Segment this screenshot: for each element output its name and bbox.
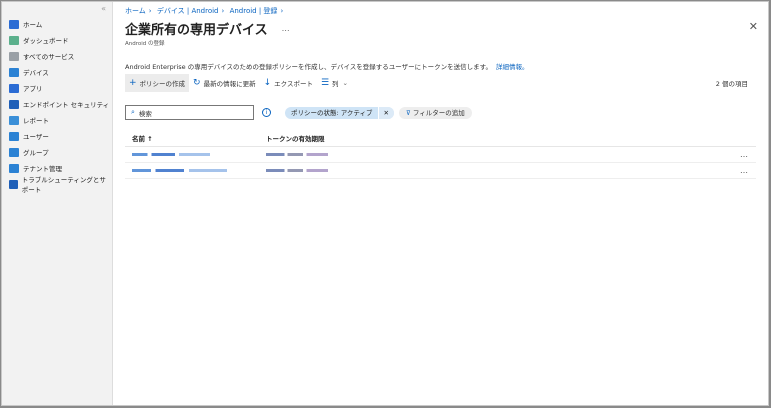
filter-icon: ⊽ — [406, 108, 413, 117]
breadcrumb-separator: › — [148, 7, 152, 15]
breadcrumb-devices-android[interactable]: デバイス | Android — [157, 7, 219, 15]
sidebar-icon — [9, 115, 19, 125]
sidebar-icon — [9, 83, 19, 93]
column-token-expiry[interactable]: トークンの有効期限 — [266, 133, 325, 146]
search-icon: ⌕ — [131, 108, 135, 116]
sidebar-item[interactable]: ホーム — [2, 16, 112, 32]
refresh-label: 最新の情報に更新 — [203, 80, 256, 88]
toolbar: + ポリシーの作成 ↻ 最新の情報に更新 ↓ エクスポート ☰ 列 ⌄ 2 個の項目 — [125, 74, 756, 92]
description: Android Enterprise の専用デバイスのための登録ポリシーを作成し… — [125, 61, 756, 71]
window: « ホームダッシュボード すべてのサービス デバイスアプリエンドポイント セキュリテ… — [1, 1, 769, 406]
sidebar-icon — [9, 67, 19, 77]
sidebar-item[interactable]: レポート — [2, 112, 112, 128]
sidebar-item-label: トラブルシューティングとサポート — [21, 176, 106, 194]
info-icon[interactable]: i — [262, 108, 271, 117]
breadcrumb-android-enrollment[interactable]: Android | 登録 — [230, 7, 278, 15]
add-filter-label: フィルターの追加 — [412, 108, 465, 117]
close-button[interactable]: ✕ — [749, 20, 758, 33]
sidebar-icon — [9, 179, 18, 189]
sidebar-icon — [9, 131, 19, 141]
refresh-button[interactable]: ↻ 最新の情報に更新 — [189, 74, 260, 92]
row-name-redacted — [125, 169, 266, 172]
row-expiry-redacted — [266, 153, 328, 156]
learn-more-link[interactable]: 詳細情報。 — [496, 63, 529, 71]
filter-bar: ⌕ 検索 i ポリシーの状態: アクティブ ✕ ⊽ フィルターの追加 — [125, 105, 756, 120]
search-placeholder: 検索 — [138, 109, 152, 118]
sidebar-item[interactable]: すべてのサービス — [2, 48, 112, 64]
sidebar-item[interactable]: アプリ — [2, 80, 112, 96]
column-name[interactable]: 名前 ↑ — [125, 133, 266, 146]
sidebar-icon — [9, 147, 19, 157]
sidebar-item-label: エンドポイント セキュリティ — [23, 101, 110, 109]
breadcrumb: ホーム › デバイス | Android › Android | 登録 › — [125, 6, 756, 16]
sidebar-item-label: ダッシュボード — [23, 37, 69, 45]
sidebar-item[interactable]: ユーザー — [2, 128, 112, 144]
add-filter-button[interactable]: ⊽ フィルターの追加 — [399, 106, 472, 119]
chevron-down-icon: ⌄ — [342, 79, 348, 87]
breadcrumb-separator: › — [221, 7, 225, 15]
table-header: 名前 ↑ トークンの有効期限 — [125, 133, 756, 147]
page-subtitle: Android の登録 — [125, 41, 165, 47]
row-name-redacted — [125, 153, 266, 156]
item-count: 2 個の項目 — [715, 80, 748, 88]
more-options-button[interactable]: … — [282, 24, 290, 33]
create-policy-label: ポリシーの作成 — [139, 80, 186, 88]
download-icon: ↓ — [263, 78, 272, 88]
remove-filter-button[interactable]: ✕ — [377, 106, 394, 119]
sidebar-item-label: ホーム — [23, 21, 43, 29]
sidebar-item-label: テナント管理 — [23, 165, 62, 173]
sidebar-item[interactable]: ダッシュボード — [2, 32, 112, 48]
breadcrumb-home[interactable]: ホーム — [125, 7, 146, 15]
page-title: 企業所有の専用デバイス — [125, 23, 268, 38]
row-more-button[interactable]: … — [740, 166, 748, 175]
sidebar-icon — [9, 35, 19, 45]
columns-button[interactable]: ☰ 列 ⌄ — [317, 74, 352, 92]
sidebar-item[interactable]: トラブルシューティングとサポート — [2, 176, 112, 194]
sidebar-item[interactable]: エンドポイント セキュリティ — [2, 96, 112, 112]
sidebar-icon — [9, 51, 19, 61]
row-more-button[interactable]: … — [740, 150, 748, 159]
sidebar-item-label: デバイス — [23, 69, 49, 77]
description-text: Android Enterprise の専用デバイスのための登録ポリシーを作成し… — [125, 63, 493, 71]
sidebar: « ホームダッシュボード すべてのサービス デバイスアプリエンドポイント セキュリテ… — [2, 2, 113, 405]
search-input[interactable]: ⌕ 検索 — [125, 105, 254, 120]
columns-icon: ☰ — [320, 78, 330, 88]
filter-pill-label: ポリシーの状態: アクティブ — [291, 108, 373, 117]
table-row[interactable]: … — [125, 163, 756, 179]
create-policy-button[interactable]: + ポリシーの作成 — [125, 74, 190, 92]
plus-icon: + — [129, 78, 137, 88]
sidebar-item-label: レポート — [23, 117, 49, 125]
sidebar-item[interactable]: グループ — [2, 144, 112, 160]
refresh-icon: ↻ — [193, 78, 201, 88]
sidebar-item-label: ユーザー — [23, 133, 49, 141]
collapse-sidebar-button[interactable]: « — [101, 4, 106, 13]
sidebar-item-label: グループ — [23, 149, 49, 157]
columns-label: 列 — [332, 80, 339, 88]
sidebar-item[interactable]: デバイス — [2, 64, 112, 80]
export-button[interactable]: ↓ エクスポート — [260, 74, 317, 92]
row-expiry-redacted — [266, 169, 328, 172]
policy-status-filter[interactable]: ポリシーの状態: アクティブ ✕ — [285, 106, 394, 119]
breadcrumb-separator: › — [280, 7, 284, 15]
main-content: ホーム › デバイス | Android › Android | 登録 › 企業所有の… — [113, 2, 768, 405]
sidebar-item-label: すべてのサービス — [23, 53, 75, 61]
table-row[interactable]: … — [125, 147, 756, 163]
sidebar-item-label: アプリ — [23, 85, 43, 93]
export-label: エクスポート — [274, 80, 313, 88]
sidebar-icon — [9, 163, 19, 173]
sidebar-icon — [9, 19, 19, 29]
sidebar-icon — [9, 99, 19, 109]
